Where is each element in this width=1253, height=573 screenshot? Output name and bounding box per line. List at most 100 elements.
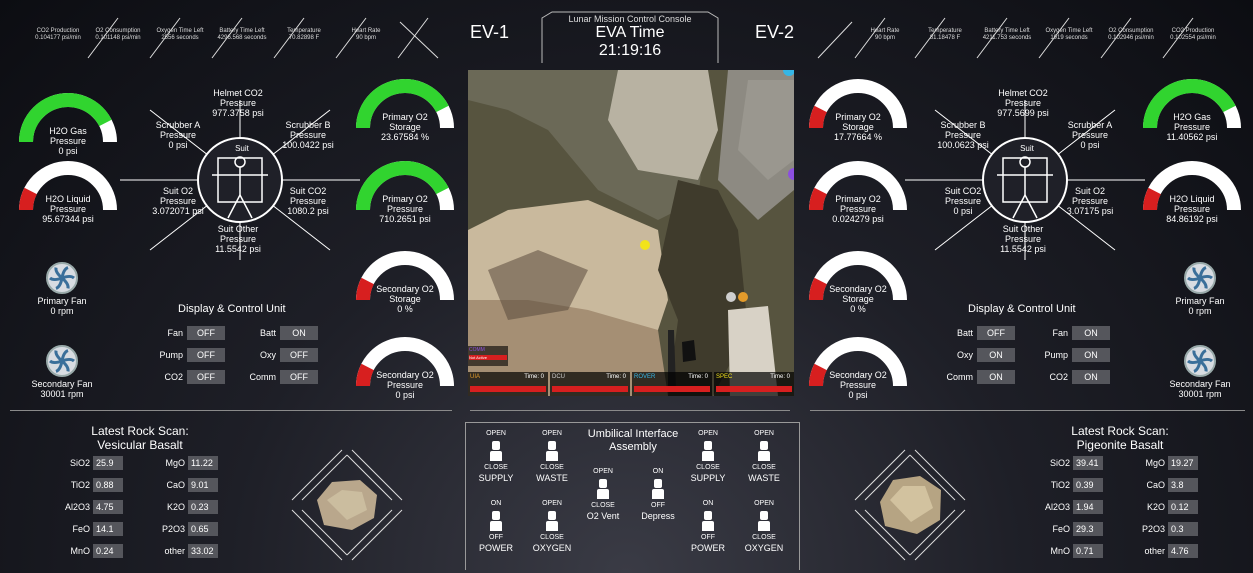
switch-toggle[interactable] [490,511,502,531]
switch-base [546,451,558,461]
rock-value: 0.39 [1073,478,1103,492]
dcu-toggle[interactable]: OFF [977,326,1015,340]
switch-toggle[interactable] [490,441,502,461]
gauge-label: Secondary O2 Storage 0 % [355,284,455,314]
uia-switch-depress[interactable]: ON OFF Depress [638,468,678,521]
rock-element: FeO [1052,524,1070,534]
ev2-suit-diagram [905,100,1145,260]
ev1-dcu-co2: CO2 OFF [155,370,225,384]
dcu-toggle[interactable]: OFF [187,370,225,384]
panel-name: ROVER [634,374,656,380]
dcu-label: Batt [259,328,276,338]
gauge-name: H2O Gas [1173,112,1211,122]
comm-label: COMM [469,347,485,353]
switch-handle [492,441,500,450]
ev2-rock-al2o3: Al2O3 1.94 [1040,500,1103,514]
gauge-name: Primary O2 [835,194,881,204]
uia-switch-waste[interactable]: OPEN CLOSE WASTE [532,430,572,483]
gauge-value: 23.67584 % [380,132,430,142]
switch-base [490,521,502,531]
ev2-gauge-h2o-liquid: H2O Liquid Pressure 84.86192 psi [1142,160,1242,240]
switch-caption: POWER [478,543,513,553]
rock-value: 4.75 [93,500,123,514]
dcu-toggle[interactable]: ON [977,370,1015,384]
dcu-toggle[interactable]: OFF [187,348,225,362]
rock-value: 0.23 [188,500,218,514]
switch-toggle[interactable] [597,479,609,499]
ev1-rock-p2o3: P2O3 0.65 [155,522,218,536]
map-marker-spec[interactable] [640,240,650,250]
map-marker-comm[interactable] [788,168,794,180]
dcu-toggle[interactable]: ON [1072,370,1110,384]
map-view[interactable]: COMM Not Active UIA Time: 0 DCU Time: 0 ROVE… [468,70,794,396]
switch-handle [492,511,500,520]
rock-value: 0.88 [93,478,123,492]
switch-toggle[interactable] [702,511,714,531]
ev1-gauge-secondary-o2-pressure: Secondary O2 Pressure 0 psi [355,336,455,416]
gauge-name: Secondary O2 [829,370,887,380]
uia-switch-oxygen[interactable]: OPEN CLOSE OXYGEN [532,500,572,553]
gauge-value: 0.024279 psi [832,214,884,224]
ev1-secondary-fan: Secondary Fan 30001 rpm [22,345,102,399]
gauge-value: 95.67344 psi [42,214,94,224]
gauge-label: Primary O2 Pressure 710.2651 psi [355,194,455,224]
dcu-toggle[interactable]: OFF [280,370,318,384]
map-marker-uia[interactable] [738,292,748,302]
rock-value: 4.76 [1168,544,1198,558]
dcu-toggle[interactable]: OFF [280,348,318,362]
rock-element: TiO2 [1050,480,1070,490]
switch-toggle[interactable] [546,441,558,461]
switch-toggle[interactable] [546,511,558,531]
switch-caption: O2 Vent [586,511,620,521]
eva-console: Lunar Mission Control Console EVA Time 2… [0,0,1253,573]
map-marker-dcu[interactable] [726,292,736,302]
uia-switch-supply[interactable]: OPEN CLOSE SUPPLY [688,430,728,483]
gauge-label: Secondary O2 Pressure 0 psi [808,370,908,400]
uia-switch-oxygen[interactable]: OPEN CLOSE OXYGEN [744,500,784,553]
ev2-rock-title: Latest Rock Scan: Pigeonite Basalt [1040,424,1200,452]
dcu-toggle[interactable]: ON [977,348,1015,362]
dcu-toggle[interactable]: OFF [187,326,225,340]
ev2-suit-label: Suit [1020,144,1034,153]
switch-toggle[interactable] [652,479,664,499]
rock-element: SiO2 [1049,458,1070,468]
fan-label: Primary Fan [37,296,87,306]
dcu-toggle[interactable]: ON [280,326,318,340]
switch-handle [760,441,768,450]
ev1-rock-other: other 33.02 [155,544,218,558]
switch-toggle[interactable] [758,511,770,531]
uia-switch-power[interactable]: ON OFF POWER [476,500,516,553]
gauge-name: H2O Liquid [45,194,91,204]
switch-toggle[interactable] [702,441,714,461]
ev2-rock-p2o3: P2O3 0.3 [1135,522,1198,536]
switch-bottom-label: OFF [651,502,665,509]
uia-switch-power[interactable]: ON OFF POWER [688,500,728,553]
dcu-toggle[interactable]: ON [1072,348,1110,362]
uia-switch-supply[interactable]: OPEN CLOSE SUPPLY [476,430,516,483]
uia-switch-o2-vent[interactable]: OPEN CLOSE O2 Vent [583,468,623,521]
gauge-name: H2O Gas [49,126,87,136]
divider [470,410,790,411]
ev1-rock-sio2: SiO2 25.9 [60,456,123,470]
switch-top-label: OPEN [542,500,562,507]
uia-switch-waste[interactable]: OPEN CLOSE WASTE [744,430,784,483]
ev1-dcu-fan: Fan OFF [155,326,225,340]
ev2-rock-frame [854,449,966,561]
ev2-dcu-co2: CO2 ON [1040,370,1110,384]
switch-top-label: ON [652,468,664,475]
fan-icon [1184,345,1216,377]
rock-value: 0.71 [1073,544,1103,558]
rock-value: 14.1 [93,522,123,536]
sensor-name: Helmet CO2 [998,88,1048,98]
switch-bottom-label: CLOSE [752,464,776,471]
rock-value: 9.01 [188,478,218,492]
dcu-toggle[interactable]: ON [1072,326,1110,340]
panel-time: Time: 0 [606,374,626,380]
switch-bottom-label: CLOSE [591,502,615,509]
switch-toggle[interactable] [758,441,770,461]
dcu-label: Oxy [259,350,276,360]
rock-value: 11.22 [188,456,218,470]
gauge-value: 11.40562 psi [1166,132,1218,142]
gauge-label: H2O Gas Pressure 11.40562 psi [1142,112,1242,142]
fan-value: 0 rpm [1188,306,1212,316]
